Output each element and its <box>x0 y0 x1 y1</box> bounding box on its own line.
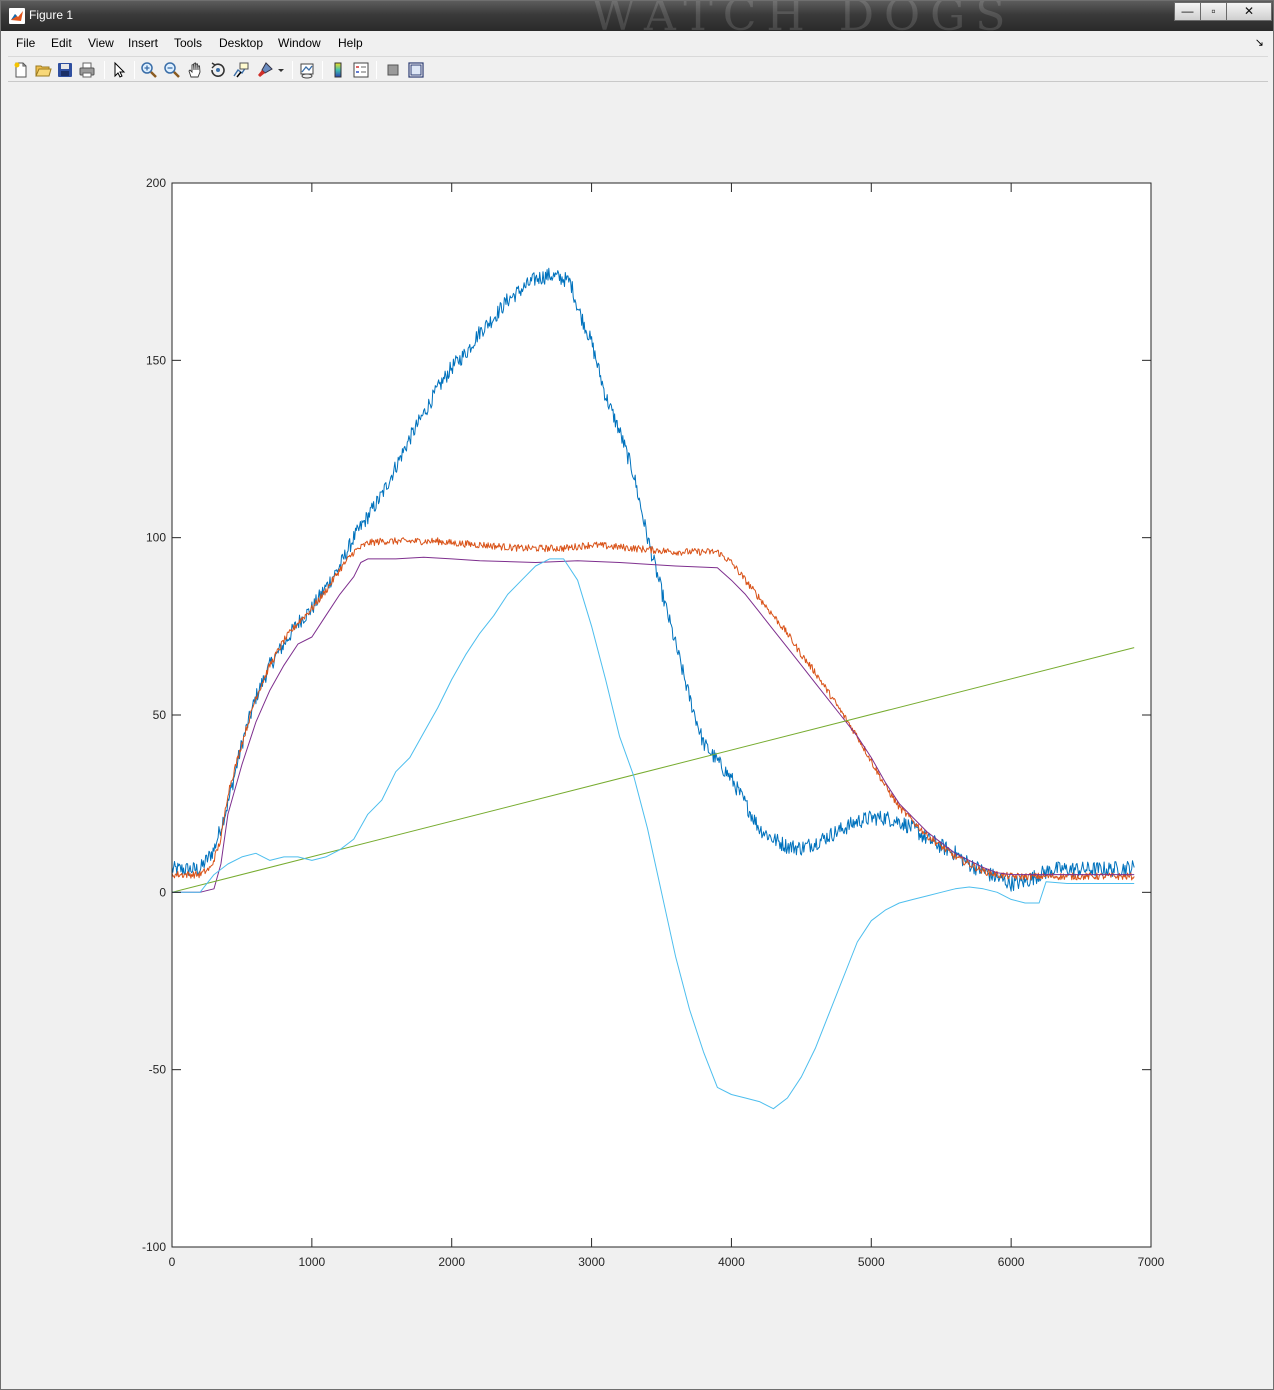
maximize-icon: ▫ <box>1211 4 1216 18</box>
menu-desktop[interactable]: Desktop <box>219 36 263 50</box>
new-figure-icon[interactable] <box>12 61 30 79</box>
menu-file[interactable]: File <box>16 36 35 50</box>
zoom-in-icon[interactable] <box>140 61 158 79</box>
toolbar-separator <box>134 61 135 79</box>
pan-hand-icon[interactable] <box>186 61 204 79</box>
minimize-button[interactable]: — <box>1174 2 1201 21</box>
menu-help[interactable]: Help <box>338 36 363 50</box>
brush-dropdown-icon[interactable] <box>276 61 286 79</box>
insert-legend-icon[interactable] <box>352 61 370 79</box>
print-icon[interactable] <box>78 61 96 79</box>
x-tick-label: 6000 <box>998 1255 1025 1269</box>
title-bar[interactable]: WATCH DOGS Figure 1 — ▫ ✕ <box>1 1 1273 31</box>
edit-plot-arrow-icon[interactable] <box>110 61 128 79</box>
x-tick-label: 7000 <box>1138 1255 1165 1269</box>
toolbar-separator <box>322 61 323 79</box>
save-icon[interactable] <box>56 61 74 79</box>
dock-figure-icon[interactable]: ↘ <box>1255 36 1264 49</box>
y-tick-label: 100 <box>146 531 166 545</box>
y-tick-label: -100 <box>142 1240 166 1254</box>
window-title: Figure 1 <box>29 8 74 22</box>
minimize-icon: — <box>1181 4 1194 18</box>
x-tick-label: 5000 <box>858 1255 885 1269</box>
open-file-icon[interactable] <box>34 61 52 79</box>
show-plot-tools-icon[interactable] <box>407 61 425 79</box>
menu-bar: File Edit View Insert Tools Desktop Wind… <box>8 31 1268 55</box>
toolbar-separator <box>376 61 377 79</box>
figure-canvas: 0 1000 2000 3000 4000 5000 6000 7000 -100 -50 0 50 1… <box>8 83 1268 1389</box>
x-tick-label: 1000 <box>299 1255 326 1269</box>
menu-view[interactable]: View <box>88 36 114 50</box>
line-plot[interactable]: 0 1000 2000 3000 4000 5000 6000 7000 -100 -50 0 50 1… <box>8 83 1268 1389</box>
y-tick-label: 150 <box>146 353 166 367</box>
y-tick-label: -50 <box>149 1063 167 1077</box>
hide-plot-tools-icon[interactable] <box>384 61 402 79</box>
x-tick-label: 4000 <box>718 1255 745 1269</box>
menu-window[interactable]: Window <box>278 36 321 50</box>
y-tick-label: 50 <box>153 708 167 722</box>
x-tick-label: 0 <box>169 1255 176 1269</box>
figure-toolbar <box>8 56 1268 82</box>
menu-edit[interactable]: Edit <box>51 36 72 50</box>
x-tick-label: 3000 <box>578 1255 605 1269</box>
menu-tools[interactable]: Tools <box>174 36 202 50</box>
brush-icon[interactable] <box>256 61 274 79</box>
toolbar-separator <box>104 61 105 79</box>
matlab-icon <box>9 8 25 24</box>
y-tick-label: 200 <box>146 176 166 190</box>
menu-insert[interactable]: Insert <box>128 36 158 50</box>
rotate-3d-icon[interactable] <box>209 61 227 79</box>
title-bar-background-art: WATCH DOGS <box>591 1 1016 31</box>
figure-window: WATCH DOGS Figure 1 — ▫ ✕ File Edit View… <box>0 0 1274 1390</box>
toolbar-separator <box>292 61 293 79</box>
window-controls: — ▫ ✕ <box>1174 2 1272 21</box>
axes-background <box>172 183 1151 1247</box>
zoom-out-icon[interactable] <box>163 61 181 79</box>
x-tick-label: 2000 <box>438 1255 465 1269</box>
insert-colorbar-icon[interactable] <box>329 61 347 79</box>
data-cursor-icon[interactable] <box>232 61 250 79</box>
close-button[interactable]: ✕ <box>1226 2 1272 21</box>
close-icon: ✕ <box>1243 4 1255 18</box>
maximize-button[interactable]: ▫ <box>1200 2 1227 21</box>
y-tick-label: 0 <box>159 885 166 899</box>
link-plot-icon[interactable] <box>298 61 316 79</box>
